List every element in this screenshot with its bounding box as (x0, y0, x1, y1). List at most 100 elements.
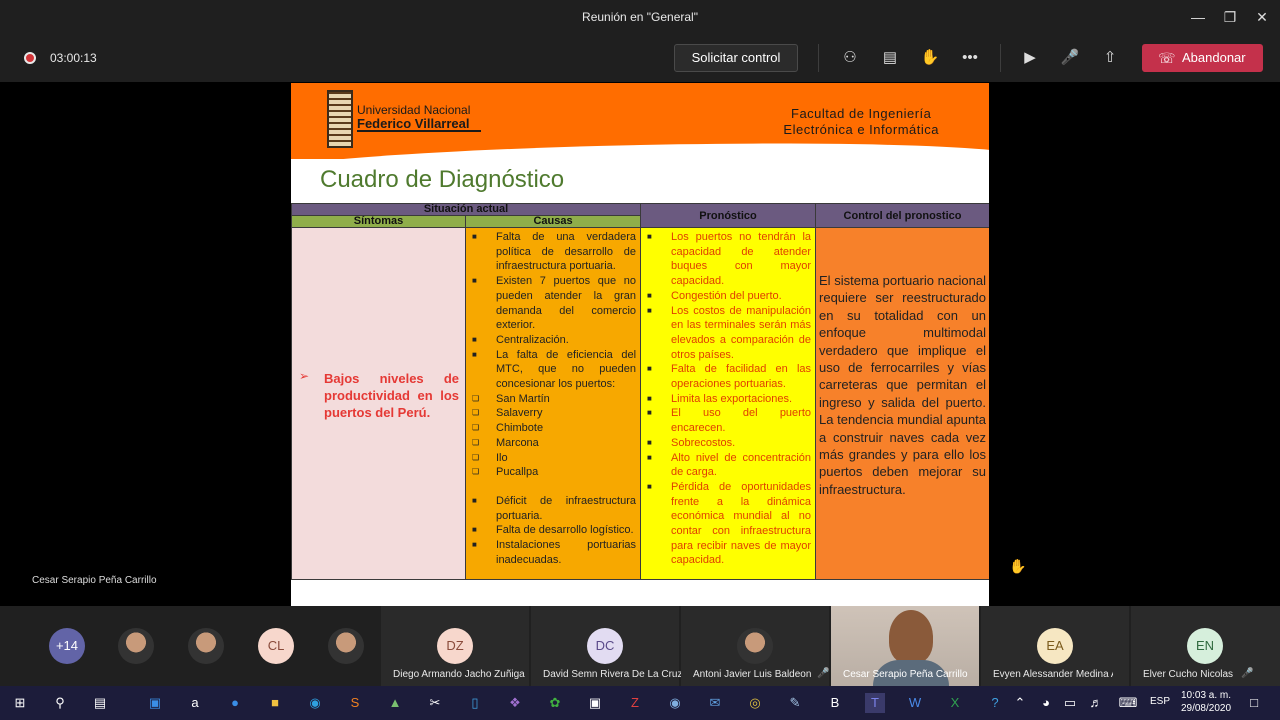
square-bullet-icon: ■ (647, 364, 652, 374)
square-bullet-icon: ■ (647, 408, 652, 418)
terminal-icon[interactable]: ▣ (585, 693, 605, 713)
mic-off-icon: 🎤 (1241, 668, 1254, 679)
participant-tile[interactable]: EN Elver Cucho Nicolas 🎤 (1131, 606, 1280, 686)
causa-text: Falta de desarrollo logístico. (496, 524, 634, 537)
participant-avatar[interactable]: CL (258, 628, 294, 664)
chrome-icon[interactable]: ◎ (745, 693, 765, 713)
participant-strip: +14 CL DZ Diego Armando Jacho Zuñiga DC … (0, 606, 1280, 686)
pronostico-text: Falta de facilidad en las operaciones po… (671, 363, 812, 391)
causa-text: San Martín (496, 392, 550, 405)
participant-name: Evyen Alessander Medina Acosta (993, 669, 1113, 680)
participant-avatar: DZ (437, 628, 473, 664)
behance-icon[interactable]: B (825, 693, 845, 713)
square-bullet-icon: ■ (472, 540, 477, 550)
maps-icon[interactable]: ● (225, 693, 245, 713)
toolbar-divider (1000, 44, 1001, 72)
shared-slide: Universidad Nacional Federico Villarreal… (291, 83, 989, 606)
logo-underline (357, 130, 481, 132)
excel-icon[interactable]: X (945, 693, 965, 713)
faculty-name: Facultad de Ingeniería Electrónica e Inf… (783, 106, 939, 138)
meeting-timer: 03:00:13 (50, 51, 97, 65)
globe-icon[interactable]: ◉ (665, 693, 685, 713)
mic-off-icon[interactable]: 🎤 (1060, 48, 1080, 68)
pronostico-text: El uso del puerto encarecen. (671, 407, 812, 435)
edge-icon[interactable]: ◉ (305, 693, 325, 713)
close-icon[interactable]: ✕ (1250, 6, 1274, 28)
people-icon[interactable]: ⚇ (840, 48, 860, 68)
square-bullet-icon: ■ (647, 232, 652, 241)
red-app-icon[interactable]: Z (625, 693, 645, 713)
participant-avatar[interactable] (118, 628, 154, 664)
window-title-bar: Reunión en "General" — ❐ ✕ (0, 0, 1280, 34)
participant-avatar[interactable] (328, 628, 364, 664)
leave-button[interactable]: ☏ Abandonar (1142, 44, 1263, 72)
pronostico-item: ■ Los costos de manipulación en las termi… (645, 304, 811, 363)
diagnostic-table: Situación actual Pronóstico Control del … (291, 203, 989, 580)
checkbox-bullet-icon: ❏ (472, 423, 480, 433)
presenter-video-face (889, 610, 933, 664)
university-name-line1: Universidad Nacional (357, 103, 471, 117)
participant-tile[interactable]: Antoni Javier Luis Baldeon 🎤 (681, 606, 829, 686)
share-tray-icon[interactable]: ⇧ (1100, 48, 1120, 68)
causa-item: ■ Falta de una verdadera política de desa… (470, 230, 636, 274)
amazon-icon[interactable]: a (185, 693, 205, 713)
help-icon[interactable]: ? (985, 693, 1005, 713)
word-icon[interactable]: W (905, 693, 925, 713)
notes-icon[interactable]: ✎ (785, 693, 805, 713)
battery-icon[interactable]: ▭ (1060, 693, 1080, 713)
photos-icon[interactable]: ▲ (385, 693, 405, 713)
more-icon[interactable]: ••• (960, 48, 980, 68)
tablet-icon[interactable]: ▯ (465, 693, 485, 713)
header-pronostico: Pronóstico (640, 203, 817, 228)
notifications-icon[interactable]: □ (1244, 693, 1264, 713)
causa-item: ■ La falta de eficiencia del MTC, que no … (470, 348, 636, 392)
volume-icon[interactable]: ♬ (1086, 693, 1106, 713)
participant-tile[interactable]: EA Evyen Alessander Medina Acosta (981, 606, 1129, 686)
mail-icon[interactable]: ✉ (705, 693, 725, 713)
causa-item: ■ Falta de desarrollo logístico. (470, 523, 636, 538)
participant-tile[interactable]: DC David Semn Rivera De La Cruz (531, 606, 683, 686)
participant-avatar: EN (1187, 628, 1223, 664)
green-app-icon[interactable]: ✿ (545, 693, 565, 713)
presenter-video-tile[interactable]: Cesar Serapio Peña Carrillo (831, 606, 979, 686)
clock[interactable]: 10:03 a. m. 29/08/2020 (1176, 689, 1236, 715)
file-explorer-icon[interactable]: ■ (265, 693, 285, 713)
square-bullet-icon: ■ (472, 525, 477, 535)
participant-avatar[interactable] (188, 628, 224, 664)
windows-icon[interactable]: ⊞ (10, 693, 30, 713)
language-indicator[interactable]: ESP (1150, 696, 1170, 707)
teams-icon[interactable]: T (865, 693, 885, 713)
store-icon[interactable]: ▣ (145, 693, 165, 713)
mouse-cursor-icon: ✋ (1009, 558, 1027, 574)
raise-hand-icon[interactable]: ✋ (920, 48, 940, 68)
minimize-icon[interactable]: — (1186, 6, 1210, 28)
causa-text: Centralización. (496, 333, 569, 346)
faculty-line1: Facultad de Ingeniería (791, 106, 932, 121)
task-view-icon[interactable]: ▤ (90, 693, 110, 713)
checkbox-bullet-icon: ❏ (472, 393, 480, 403)
camera-off-icon[interactable]: ▶ (1020, 48, 1040, 68)
maximize-icon[interactable]: ❐ (1218, 6, 1242, 28)
overflow-participants-button[interactable]: +14 (49, 628, 85, 664)
arrow-bullet-icon: ➢ (299, 369, 310, 383)
request-control-button[interactable]: Solicitar control (674, 44, 798, 72)
university-seal-logo (327, 90, 353, 148)
network-icon[interactable]: ◕ (1036, 693, 1056, 713)
causa-item: ■ Instalaciones portuarias inadecuadas. (470, 538, 636, 567)
sublime-icon[interactable]: S (345, 693, 365, 713)
chat-icon[interactable]: ▤ (880, 48, 900, 68)
square-bullet-icon: ■ (647, 437, 652, 447)
causa-item: ■ Existen 7 puertos que no pueden atender… (470, 274, 636, 333)
participant-tile[interactable]: DZ Diego Armando Jacho Zuñiga (381, 606, 529, 686)
causa-text: Chimbote (496, 422, 544, 435)
keyboard-icon[interactable]: ⌨ (1118, 693, 1138, 713)
recording-icon (24, 52, 36, 64)
tray-chevron-icon[interactable]: ⌃ (1010, 693, 1030, 713)
pronostico-text: Sobrecostos. (671, 436, 736, 449)
university-name-line2: Federico Villarreal (357, 116, 470, 131)
square-bullet-icon: ■ (472, 276, 477, 286)
causa-item: ■ Déficit de infraestructura portuaria. (470, 494, 636, 523)
visual-studio-icon[interactable]: ❖ (505, 693, 525, 713)
search-icon[interactable]: ⚲ (50, 693, 70, 713)
snip-icon[interactable]: ✂ (425, 693, 445, 713)
